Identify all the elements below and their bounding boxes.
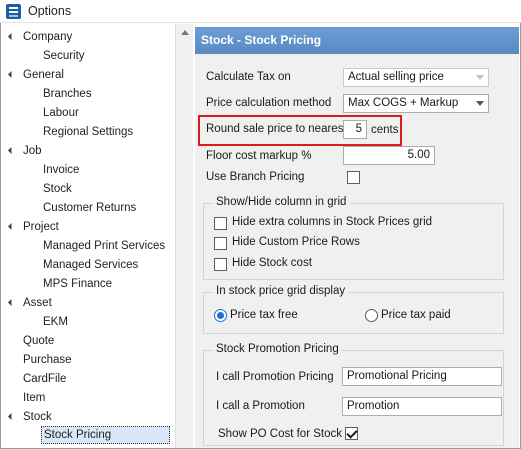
tree-item-regional-settings[interactable]: Regional Settings — [43, 124, 133, 140]
title-bar: Options — [0, 0, 521, 23]
branch-pricing-label: Use Branch Pricing — [206, 171, 305, 183]
round-label: Round sale price to nearest — [206, 123, 347, 135]
tree-item-job-stock[interactable]: Stock — [43, 181, 72, 197]
price-method-value: Max COGS + Markup — [348, 97, 459, 109]
tree-item-managed-print-services[interactable]: Managed Print Services — [43, 238, 165, 254]
options-tree: Company Security General Branches Labour… — [1, 24, 175, 448]
price-method-label: Price calculation method — [206, 97, 332, 109]
tree-scrollbar[interactable] — [175, 24, 193, 448]
app-icon — [6, 4, 21, 19]
show-po-cost-checkbox[interactable] — [345, 427, 358, 440]
round-unit: cents — [371, 124, 399, 136]
show-hide-title: Show/Hide column in grid — [213, 196, 350, 208]
expander-general-icon[interactable] — [8, 71, 16, 79]
scroll-up-icon[interactable] — [176, 24, 194, 41]
calc-tax-select[interactable]: Actual selling price — [343, 68, 489, 87]
tree-item-security[interactable]: Security — [43, 48, 85, 64]
hide-extra-columns-label: Hide extra columns in Stock Prices grid — [232, 216, 433, 228]
hide-custom-price-rows-label: Hide Custom Price Rows — [232, 236, 360, 248]
chevron-down-icon — [476, 101, 484, 106]
floor-markup-label: Floor cost markup % — [206, 150, 312, 162]
round-input[interactable]: 5 — [343, 120, 367, 139]
price-tax-paid-label: Price tax paid — [381, 309, 451, 321]
promotion-label: I call a Promotion — [216, 400, 305, 412]
tree-item-managed-services[interactable]: Managed Services — [43, 257, 138, 273]
tree-item-purchase[interactable]: Purchase — [23, 352, 72, 368]
tree-item-customer-returns[interactable]: Customer Returns — [43, 200, 136, 216]
window-title: Options — [28, 4, 72, 18]
expander-job-icon[interactable] — [8, 147, 16, 155]
hide-extra-columns-checkbox[interactable] — [214, 217, 227, 230]
hide-stock-cost-checkbox[interactable] — [214, 258, 227, 271]
tree-item-asset[interactable]: Asset — [23, 295, 52, 311]
expander-asset-icon[interactable] — [8, 299, 16, 307]
tree-item-mps-finance[interactable]: MPS Finance — [43, 276, 112, 292]
floor-markup-input[interactable]: 5.00 — [343, 146, 435, 165]
price-tax-free-radio[interactable] — [214, 309, 227, 322]
tree-item-branches[interactable]: Branches — [43, 86, 92, 102]
tree-item-cardfile[interactable]: CardFile — [23, 371, 66, 387]
promotion-input[interactable]: Promotion — [342, 397, 502, 416]
expander-company-icon[interactable] — [8, 33, 16, 41]
tree-item-invoice[interactable]: Invoice — [43, 162, 79, 178]
hide-stock-cost-label: Hide Stock cost — [232, 257, 312, 269]
hide-custom-price-rows-checkbox[interactable] — [214, 237, 227, 250]
expander-stock-icon[interactable] — [8, 413, 16, 421]
calc-tax-label: Calculate Tax on — [206, 71, 291, 83]
tree-item-quote[interactable]: Quote — [23, 333, 54, 349]
tree-item-company[interactable]: Company — [23, 29, 72, 45]
price-tax-free-label: Price tax free — [230, 309, 298, 321]
price-method-select[interactable]: Max COGS + Markup — [343, 94, 489, 113]
expander-project-icon[interactable] — [8, 223, 16, 231]
panel-title: Stock - Stock Pricing — [195, 27, 519, 54]
tree-item-item[interactable]: Item — [23, 390, 45, 406]
grid-display-title: In stock price grid display — [213, 285, 349, 297]
promotion-title: Stock Promotion Pricing — [213, 343, 342, 355]
tree-item-stock[interactable]: Stock — [23, 409, 52, 425]
promotion-pricing-input[interactable]: Promotional Pricing — [342, 367, 502, 386]
promotion-pricing-label: I call Promotion Pricing — [216, 371, 334, 383]
tree-item-labour[interactable]: Labour — [43, 105, 79, 121]
tree-item-general[interactable]: General — [23, 67, 64, 83]
tree-item-job[interactable]: Job — [23, 143, 42, 159]
tree-item-project[interactable]: Project — [23, 219, 59, 235]
show-po-cost-label: Show PO Cost for Stock — [218, 428, 342, 440]
price-tax-paid-radio[interactable] — [365, 309, 378, 322]
calc-tax-value: Actual selling price — [348, 71, 444, 83]
branch-pricing-checkbox[interactable] — [347, 171, 360, 184]
tree-item-stock-pricing[interactable]: Stock Pricing — [41, 426, 170, 444]
chevron-down-icon — [476, 75, 484, 80]
tree-item-ekm[interactable]: EKM — [43, 314, 68, 330]
